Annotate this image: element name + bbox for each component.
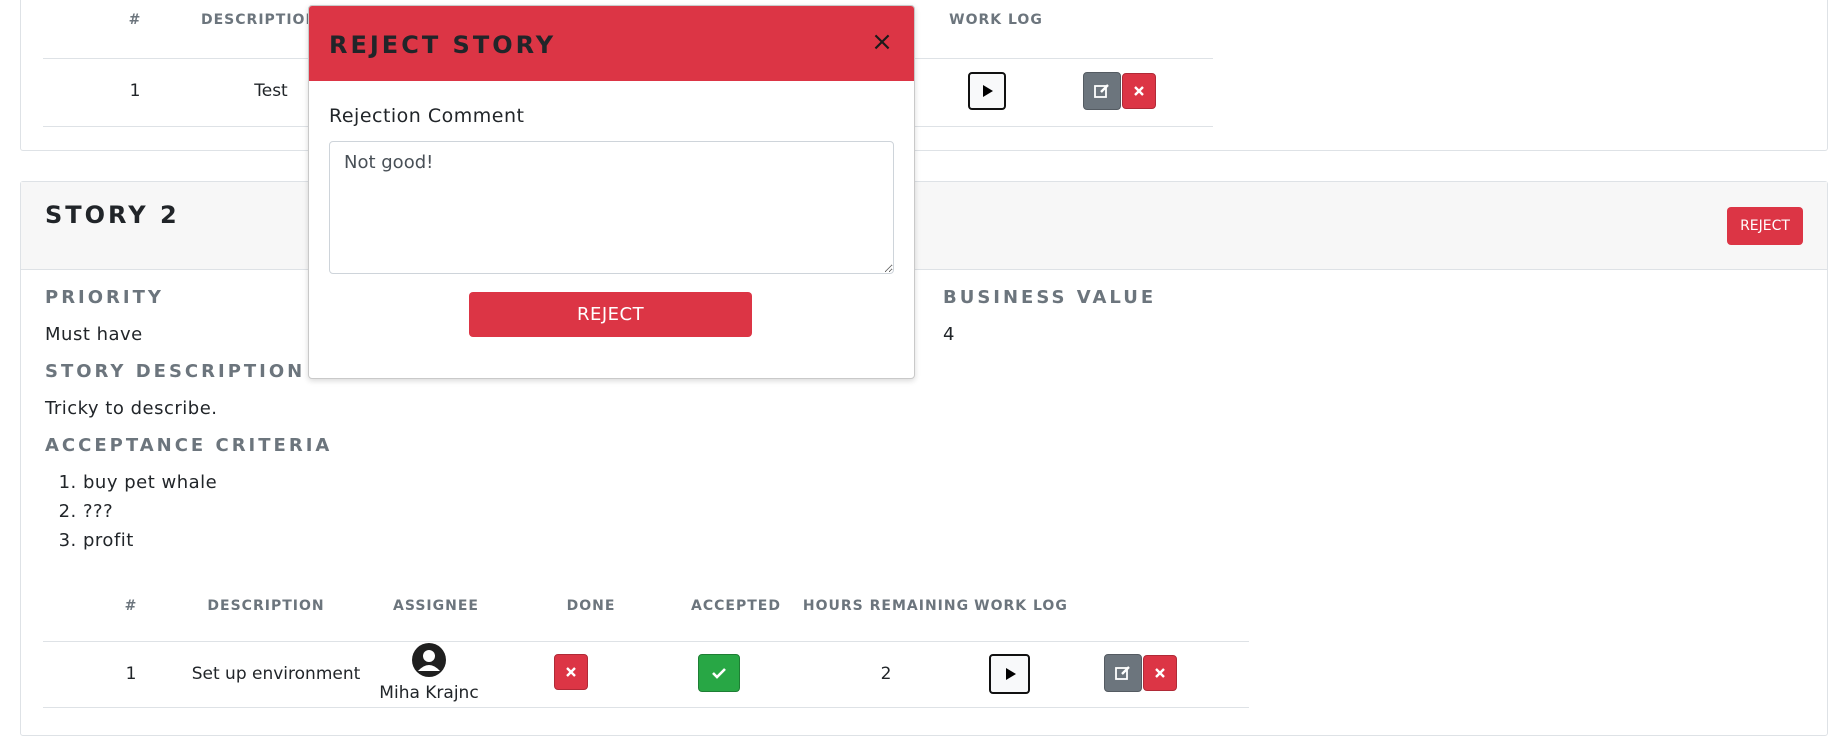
tasks-header-num: #: [128, 12, 142, 28]
tasks-header-hours-remaining: HOURS REMAINING: [802, 598, 970, 614]
task-assignee: Miha Krajnc: [379, 683, 479, 703]
tasks-header-work-log: WORK LOG: [974, 598, 1068, 614]
priority-label: PRIORITY: [45, 287, 164, 308]
reject-story-button[interactable]: REJECT: [1727, 207, 1803, 245]
edit-task-button[interactable]: [1083, 72, 1121, 110]
business-value: 4: [943, 324, 955, 345]
close-icon[interactable]: ×: [870, 29, 894, 55]
task-hours-remaining: 2: [880, 664, 892, 684]
rejection-comment-field[interactable]: Not good!: [329, 141, 894, 274]
story-description-value: Tricky to describe.: [45, 398, 218, 419]
rejection-comment-label: Rejection Comment: [329, 105, 525, 127]
tasks-header-description: DESCRIPTION: [207, 598, 325, 614]
modal-header: REJECT STORY ×: [309, 6, 914, 81]
story-2-card: STORY 2 REJECT PRIORITY Must have BUSINE…: [20, 181, 1828, 736]
edit-task-button[interactable]: [1104, 654, 1142, 692]
task-description: Set up environment: [191, 664, 361, 684]
task-num: 1: [125, 664, 137, 684]
work-log-play-button[interactable]: [989, 654, 1030, 694]
business-value-label: BUSINESS VALUE: [943, 287, 1157, 308]
story-title: STORY 2: [45, 201, 180, 229]
story-2-header: STORY 2 REJECT: [21, 182, 1827, 270]
close-icon: [566, 667, 576, 677]
criteria-item: profit: [83, 526, 217, 555]
priority-value: Must have: [45, 324, 143, 345]
reject-story-modal: REJECT STORY × Rejection Comment Not goo…: [308, 5, 915, 379]
delete-icon: [1155, 668, 1165, 678]
delete-task-button[interactable]: [1143, 655, 1177, 691]
task-accepted-toggle[interactable]: [698, 654, 740, 692]
tasks-header-assignee: ASSIGNEE: [393, 598, 479, 614]
user-avatar-icon: [412, 643, 446, 677]
tasks-header-num: #: [124, 598, 138, 614]
criteria-item: buy pet whale: [83, 468, 217, 497]
work-log-play-button[interactable]: [968, 72, 1006, 110]
confirm-reject-button[interactable]: REJECT: [469, 292, 752, 337]
story-1-card: # DESCRIPTION S WORK LOG 1 Test: [20, 0, 1828, 151]
acceptance-criteria-list: buy pet whale ??? profit: [45, 468, 217, 555]
acceptance-criteria-label: ACCEPTANCE CRITERIA: [45, 435, 333, 456]
edit-icon: [1115, 666, 1130, 680]
tasks-header-accepted: ACCEPTED: [691, 598, 781, 614]
play-icon: [1005, 668, 1016, 680]
table-divider: [43, 707, 1249, 708]
edit-icon: [1094, 84, 1109, 98]
modal-title: REJECT STORY: [329, 31, 557, 59]
story-description-label: STORY DESCRIPTION: [45, 361, 306, 382]
tasks-header-done: DONE: [566, 598, 616, 614]
task-done-toggle[interactable]: [554, 654, 588, 690]
tasks-header-work-log: WORK LOG: [949, 12, 1043, 28]
delete-icon: [1134, 86, 1144, 96]
task-description: Test: [254, 81, 288, 101]
delete-task-button[interactable]: [1122, 73, 1156, 109]
table-divider: [43, 641, 1249, 642]
task-num: 1: [129, 81, 141, 101]
criteria-item: ???: [83, 497, 217, 526]
play-icon: [983, 85, 993, 97]
check-icon: [712, 668, 726, 679]
